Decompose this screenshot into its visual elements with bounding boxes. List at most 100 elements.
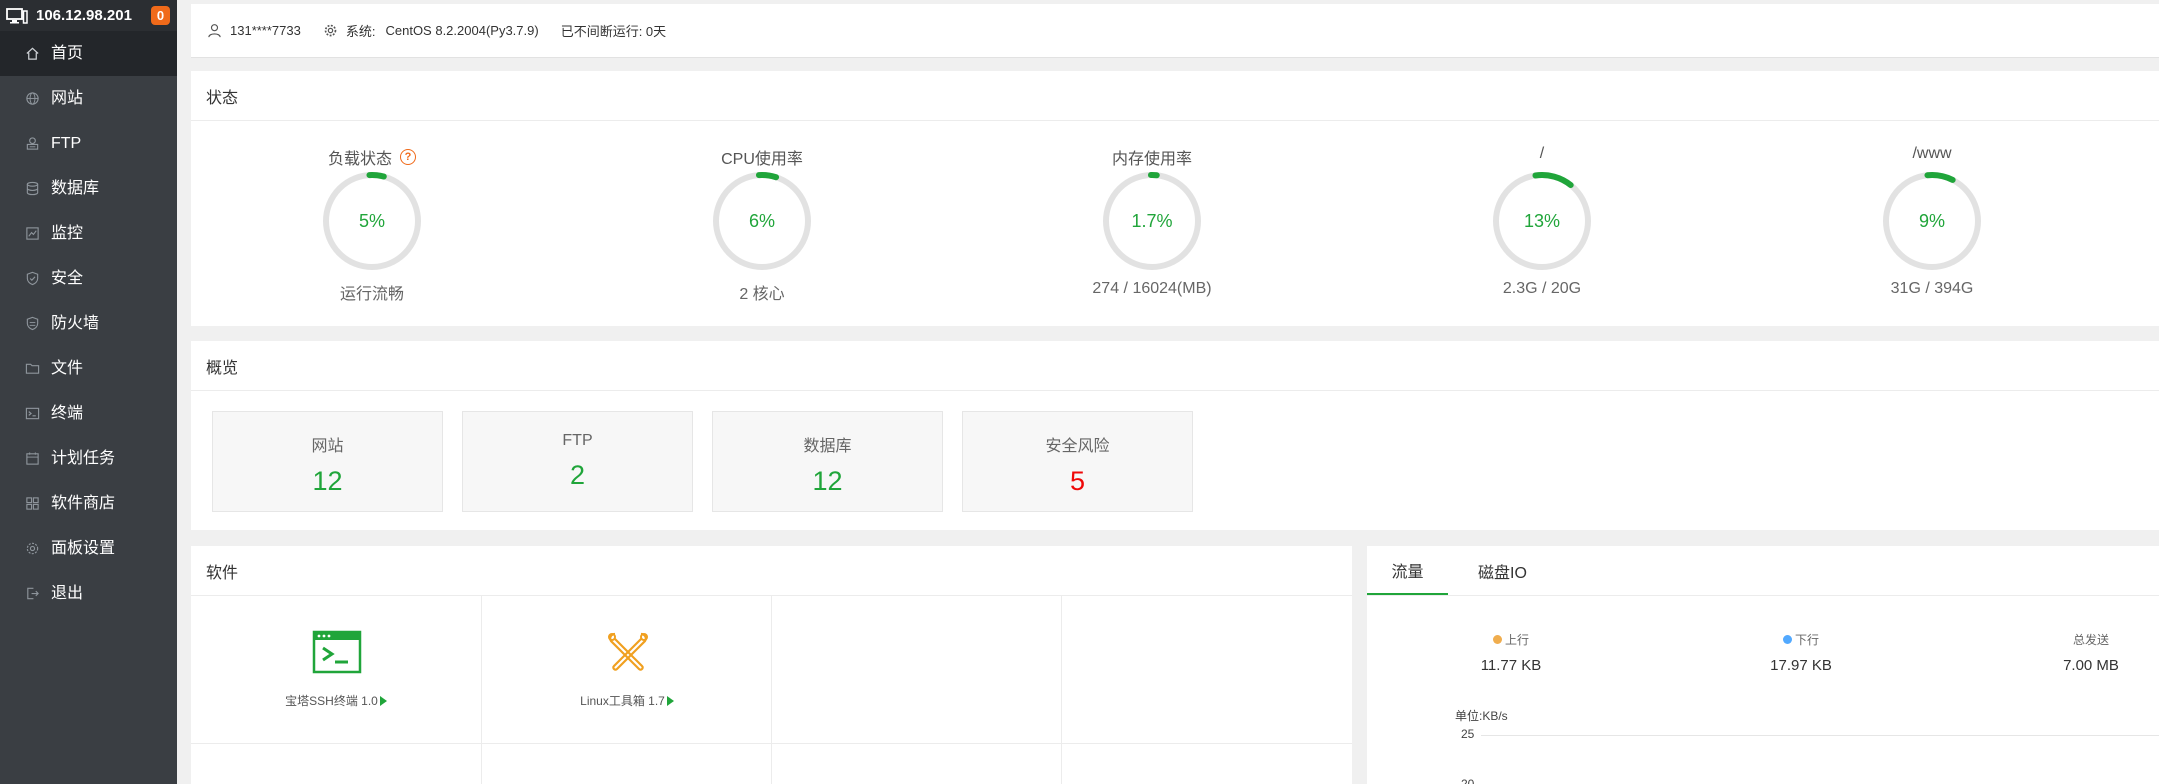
ssh-terminal-icon: [312, 630, 362, 674]
software-slot-empty: [772, 744, 1062, 784]
sidebar-item-cron[interactable]: 计划任务: [0, 436, 177, 481]
gauge-arc: [755, 172, 780, 181]
sidebar-item-firewall[interactable]: 防火墙: [0, 301, 177, 346]
sidebar-item-label: 防火墙: [51, 314, 100, 332]
sidebar-item-label: 监控: [51, 224, 84, 242]
gauge-title: /www: [1912, 145, 1952, 162]
gauge-subtitle: 31G / 394G: [1890, 280, 1974, 297]
upload-stat: 上行 11.77 KB: [1451, 631, 1571, 674]
software-slot-empty: [1062, 744, 1352, 784]
software-title: 软件: [191, 546, 1352, 596]
gauge-title: /: [1539, 145, 1545, 162]
system-info: 系统: CentOS 8.2.2004(Py3.7.9): [323, 21, 539, 40]
overview-label: FTP: [562, 432, 593, 449]
overview-card-website[interactable]: 网站 12: [212, 411, 443, 512]
gauge-arc: [366, 172, 387, 180]
software-slot-empty: [1062, 596, 1352, 744]
overview-label: 数据库: [803, 438, 852, 455]
sidebar-item-security[interactable]: 安全: [0, 256, 177, 301]
ftp-icon: [24, 136, 40, 152]
sidebar-item-label: FTP: [51, 134, 82, 152]
traffic-tabs: 流量 磁盘IO: [1367, 546, 2159, 596]
sidebar-item-logout[interactable]: 退出: [0, 571, 177, 616]
play-icon[interactable]: [379, 696, 387, 706]
sidebar-item-terminal[interactable]: 终端: [0, 391, 177, 436]
chart-gridline: [1481, 735, 2159, 736]
gauge-value: 6%: [748, 211, 775, 231]
upload-label: 上行: [1504, 633, 1529, 647]
server-ip: 106.12.98.201: [36, 7, 132, 24]
sidebar-item-files[interactable]: 文件: [0, 346, 177, 391]
gauge-title: CPU使用率: [721, 151, 803, 168]
gauge-subtitle: 运行流畅: [339, 286, 404, 303]
logout-icon: [24, 586, 40, 602]
software-slot-empty: [772, 596, 1062, 744]
gauge-value: 13%: [1523, 211, 1561, 231]
gauge-arc: [1924, 172, 1956, 183]
sidebar-item-store[interactable]: 软件商店: [0, 481, 177, 526]
sidebar-item-settings[interactable]: 面板设置: [0, 526, 177, 571]
overview-card-database[interactable]: 数据库 12: [712, 411, 943, 512]
software-slot-empty: [482, 744, 772, 784]
tab-traffic[interactable]: 流量: [1367, 546, 1448, 595]
top-info-bar: 131****7733 系统: CentOS 8.2.2004(Py3.7.9)…: [191, 4, 2159, 58]
traffic-panel: 流量 磁盘IO 上行 11.77 KB 下行 17.97 KB 总发送 7.00…: [1367, 546, 2159, 784]
tab-disk-io[interactable]: 磁盘IO: [1462, 546, 1543, 595]
play-icon[interactable]: [666, 696, 674, 706]
uptime-text: 已不间断运行: 0天: [560, 24, 667, 39]
globe-icon: [24, 91, 40, 107]
monitor-icon: [6, 7, 28, 24]
sidebar-item-label: 退出: [51, 584, 84, 602]
overview-card-ftp[interactable]: FTP 2: [462, 411, 693, 512]
total-sent-stat: 总发送 7.00 MB: [2031, 631, 2151, 674]
sidebar-item-monitor[interactable]: 监控: [0, 211, 177, 256]
sidebar-item-home[interactable]: 首页: [0, 31, 177, 76]
user-icon: [208, 24, 221, 38]
sidebar-item-label: 数据库: [51, 179, 100, 197]
download-legend-dot: [1782, 635, 1792, 644]
toolbox-icon: [608, 632, 648, 671]
chart-unit-label: 单位:KB/s: [1455, 709, 1508, 723]
terminal-icon: [24, 406, 40, 422]
gauge-title: 负载状态: [327, 151, 392, 168]
gauge-subtitle: 274 / 16024(MB): [1092, 280, 1212, 297]
sidebar-item-website[interactable]: 网站: [0, 76, 177, 121]
software-slot-empty: [191, 744, 482, 784]
grid-icon: [24, 496, 40, 512]
software-name: 宝塔SSH终端 1.0: [285, 694, 378, 708]
overview-panel: 概览 网站 12 FTP 2 数据库 12 安全风险 5: [191, 341, 2159, 530]
sidebar: 106.12.98.201 0 首页 网站 FTP 数据库 监控 安全 防火墙 …: [0, 0, 177, 784]
monitor-chart-icon: [24, 226, 40, 242]
overview-count[interactable]: 12: [713, 466, 942, 497]
software-item-ssh[interactable]: 宝塔SSH终端 1.0: [191, 596, 482, 744]
total-sent-value: 7.00 MB: [2063, 657, 2119, 674]
download-stat: 下行 17.97 KB: [1741, 631, 1861, 674]
status-panel: 状态 负载状态? 5% 运行流畅 CPU使用率 6% 2 核心 内存使用率 1.…: [191, 71, 2159, 326]
user-info[interactable]: 131****7733: [207, 23, 301, 38]
software-grid: 宝塔SSH终端 1.0 Linux工具箱 1.7: [191, 596, 1352, 784]
calendar-icon: [24, 451, 40, 467]
y-tick-label: 25: [1461, 727, 1475, 741]
gauge-value: 9%: [1918, 211, 1945, 231]
help-icon[interactable]: ?: [400, 149, 416, 165]
system-value: CentOS 8.2.2004(Py3.7.9): [385, 23, 539, 38]
overview-count[interactable]: 5: [963, 466, 1192, 497]
shield-icon: [24, 271, 40, 287]
sidebar-item-label: 面板设置: [51, 539, 116, 557]
software-item-toolbox[interactable]: Linux工具箱 1.7: [482, 596, 772, 744]
overview-count[interactable]: 2: [463, 460, 692, 491]
sidebar-item-label: 终端: [51, 404, 84, 422]
gear-icon: [24, 541, 40, 557]
sidebar-item-ftp[interactable]: FTP: [0, 121, 177, 166]
sidebar-item-database[interactable]: 数据库: [0, 166, 177, 211]
message-badge[interactable]: 0: [151, 6, 170, 25]
gauge-arc: [1532, 172, 1574, 189]
overview-title: 概览: [191, 341, 2159, 391]
overview-count[interactable]: 12: [213, 466, 442, 497]
sidebar-item-label: 软件商店: [51, 494, 116, 512]
gauge-row: 负载状态? 5% 运行流畅 CPU使用率 6% 2 核心 内存使用率 1.7% …: [191, 121, 2159, 324]
overview-card-security-risk[interactable]: 安全风险 5: [962, 411, 1193, 512]
gauge-subtitle: 2 核心: [739, 286, 785, 303]
sidebar-item-label: 计划任务: [51, 449, 116, 467]
database-icon: [24, 181, 40, 197]
